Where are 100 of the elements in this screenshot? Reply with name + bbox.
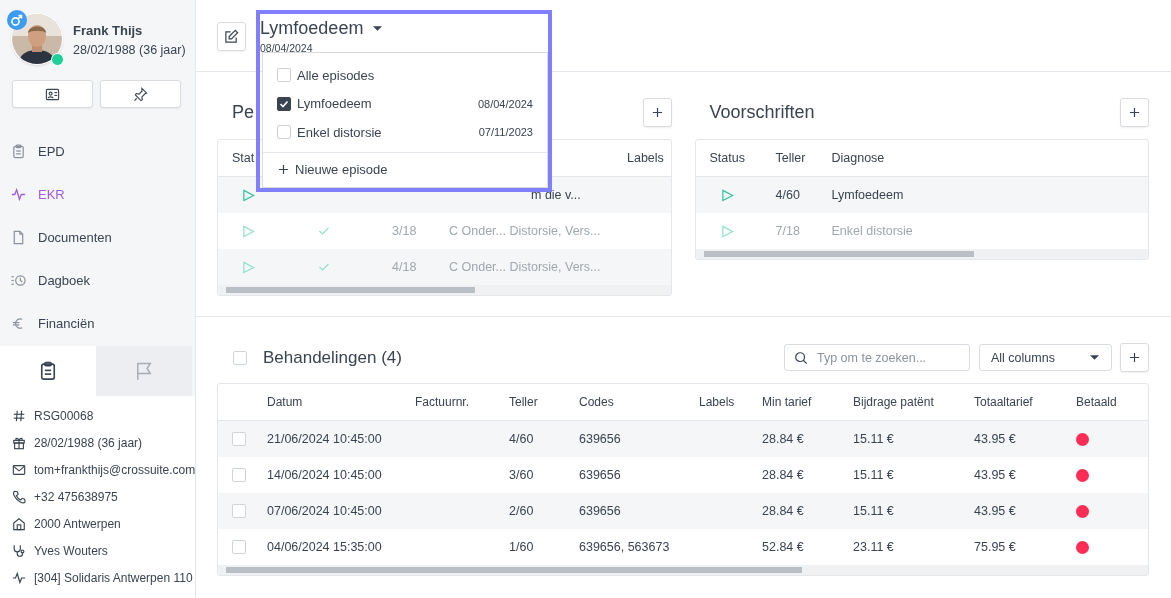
plus-icon [1129,352,1140,363]
table-cell-text: 43.95 € [974,432,1017,446]
scrollbar[interactable] [695,249,1148,259]
scrollbar[interactable] [218,565,1148,575]
plus-icon [278,164,289,175]
nav-item[interactable]: Documenten [0,216,195,259]
play-icon [720,224,734,238]
table-cell-text: 7/18 [775,224,801,238]
column-header: Min tarief [762,395,813,409]
episode-name: Alle episodes [297,67,376,83]
info-text: 28/02/1988 (36 jaar) [34,436,143,450]
episode-selector[interactable]: Lymfoedeem [260,18,383,39]
info-text: Yves Wouters [34,544,108,558]
column-header: Datum [267,395,304,409]
pin-icon [133,86,148,102]
table-cell-text: 1/60 [509,540,535,554]
section-title: Behandelingen (4) [263,347,403,368]
play-icon [242,260,255,274]
history-icon [11,273,26,288]
table-cell-text: 04/06/2024 15:35:00 [267,540,383,554]
edit-icon [224,29,239,44]
plus-icon [651,107,663,118]
column-filter-dropdown[interactable]: All columns [979,344,1112,371]
info-text: [304] Solidaris Antwerpen 110 [34,571,193,585]
birth-date: 28/02/1988 (36 jaar) [73,43,186,57]
episode-date: 08/04/2024 [260,42,314,54]
episode-name: Lymfoedeem [297,96,373,112]
scrollbar[interactable] [218,285,671,295]
table-cell-text: 21/06/2024 10:45:00 [267,432,383,446]
pin-button[interactable] [100,80,181,108]
nav-item[interactable]: Dagboek [0,259,195,302]
patient-name: Frank Thijs [73,23,144,38]
play-icon [242,224,255,238]
search-field[interactable]: Typ om te zoeken... [784,344,970,371]
stethoscope-icon [12,544,26,558]
phone-icon [12,490,26,504]
info-text: tom+frankthijs@crossuite.com [34,463,195,477]
document-icon [11,230,26,245]
table-cell-text: 3/60 [509,468,535,482]
table-cell-text: 4/60 [509,432,535,446]
nav-item[interactable]: EKR [0,173,195,216]
episode-date: 08/04/2024 [477,97,533,110]
column-header: Status [708,151,746,165]
caret-icon [373,25,383,32]
table-cell-text: 639656 [579,468,622,482]
search-icon [794,351,808,365]
table-cell-text: 2/60 [509,504,535,518]
column-header: Stat [231,151,256,165]
table-cell-text: 639656, 563673 [579,540,671,554]
caret-icon [1090,354,1099,361]
info-text: 2000 Antwerpen [34,517,121,531]
table-cell-text: 3/18 [392,224,418,238]
column-header: Totaaltarief [974,395,1034,409]
table-cell-text: 639656 [579,504,622,518]
column-header: Diagnose [831,151,886,165]
contact-card-button[interactable] [12,80,93,108]
checkbox[interactable] [277,96,291,111]
add-button[interactable] [1120,98,1149,127]
play-icon [242,188,255,202]
table-cell-text: 07/06/2024 10:45:00 [267,504,383,518]
play-icon [720,188,734,202]
column-header: Codes [579,395,615,409]
table-cell-text: 15.11 € [853,504,895,518]
gift-icon [12,436,26,450]
edit-button[interactable] [217,22,246,51]
sidebar-tab[interactable] [0,346,96,396]
episode-option[interactable]: Alle episodes [263,61,547,90]
info-text: RSG00068 [34,409,94,423]
column-header: Teller [775,151,807,165]
table-cell-text: 15.11 € [853,432,895,446]
add-button[interactable] [1120,343,1149,372]
table-cell-text: 4/18 [392,260,418,274]
nav-item[interactable]: Financiën [0,302,195,345]
episode-option[interactable]: Lymfoedeem 08/04/2024 [263,89,547,118]
flag-icon [134,361,154,381]
table-cell-text: 28.84 € [762,432,805,446]
column-header: Factuurnr. [415,395,471,409]
mail-icon [12,463,26,477]
clipboard-icon [11,144,26,159]
episode-date: 07/11/2023 [478,126,533,139]
table-cell-text: 14/06/2024 10:45:00 [267,468,383,482]
table-cell-text: Lymfoedeem [831,188,905,202]
nav-item[interactable]: EPD [0,130,195,173]
table-cell-text: 28.84 € [762,468,805,482]
table-cell-text: 43.95 € [974,468,1017,482]
table-cell-text: 23.11 € [853,540,895,554]
hash-icon [12,409,26,423]
new-episode-button[interactable]: Nieuwe episode [263,151,547,187]
table-cell-text: 15.11 € [853,468,895,482]
male-icon [7,10,27,30]
column-header: Labels [627,151,665,165]
table-cell-text: C Onder... Distorsie, Vers... [449,260,602,274]
table-cell-text: 28.84 € [762,504,805,518]
pulse-icon [12,571,26,585]
episode-option[interactable]: Enkel distorsie 07/11/2023 [263,118,547,147]
id-card-icon [45,86,60,102]
clipboard-icon [38,361,58,381]
column-header: Betaald [1076,395,1118,409]
add-button[interactable] [642,98,672,127]
panel-title: Voorschriften [709,102,815,123]
